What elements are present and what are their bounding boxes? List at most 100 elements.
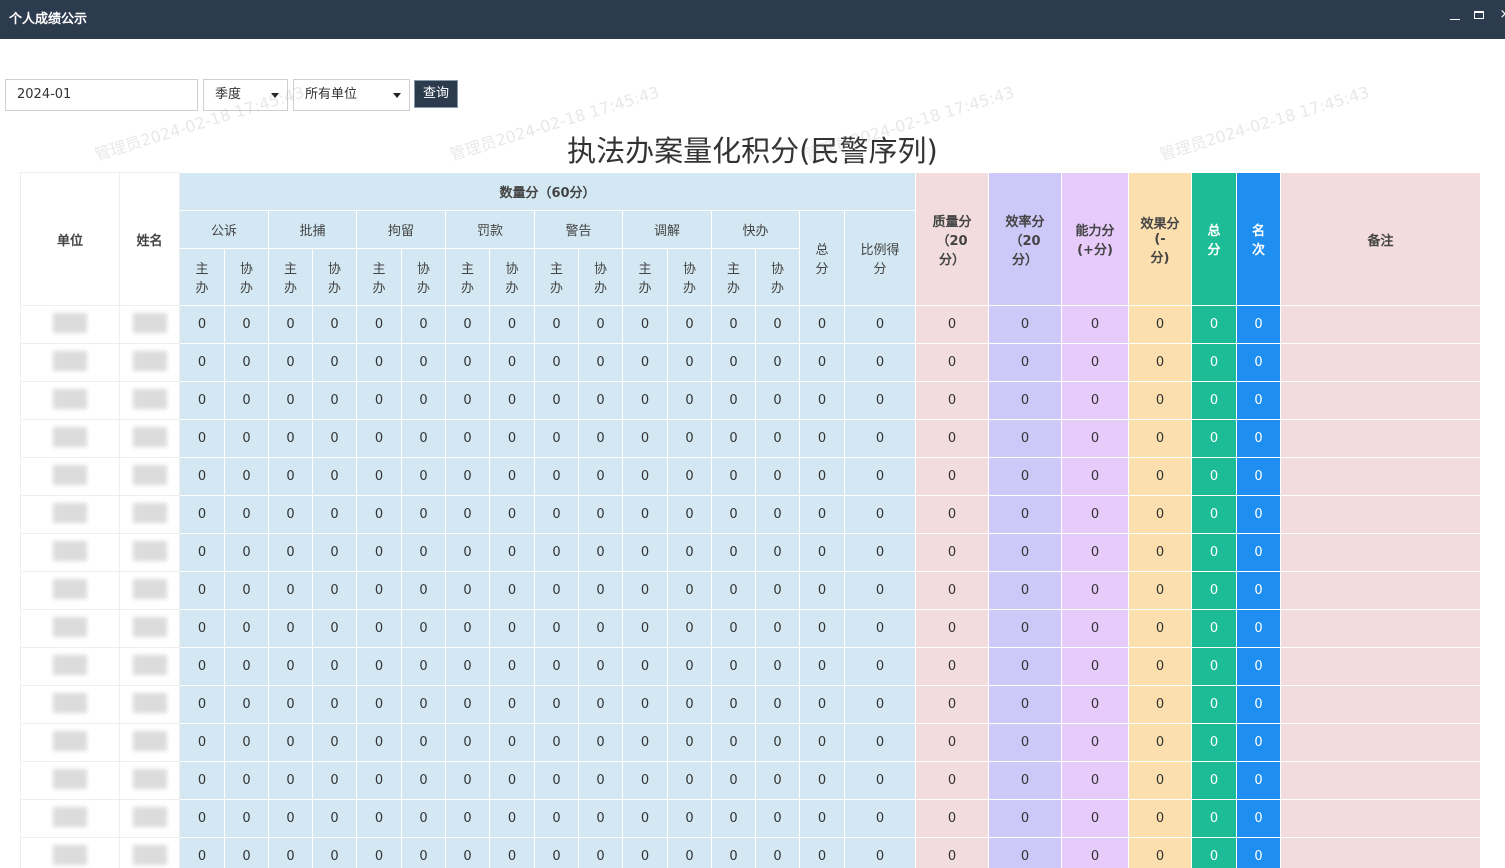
redacted-name [132,350,167,371]
score-cell: 0 [1236,305,1281,344]
score-cell: 0 [1061,495,1129,534]
score-cell: 0 [224,685,269,724]
score-cell: 0 [1061,381,1129,420]
col-header-category: 罚款 [445,210,535,249]
score-cell: 0 [268,419,313,458]
redacted-name [132,844,167,865]
unit-select-value: 所有单位 [305,87,358,102]
score-cell: 0 [578,647,623,686]
score-cell: 0 [622,685,668,724]
score-cell: 0 [356,609,402,648]
score-cell: 0 [1061,647,1129,686]
score-cell: 0 [1236,419,1281,458]
score-cell: 0 [755,837,800,868]
score-cell: 0 [312,609,357,648]
score-cell: 0 [534,305,579,344]
score-cell: 0 [667,799,712,838]
score-cell: 0 [844,457,916,496]
unit-cell [20,305,120,344]
col-header-category: 批捕 [268,210,357,249]
score-cell: 0 [622,571,668,610]
remarks-cell [1280,419,1481,458]
minimize-icon[interactable] [1446,6,1464,24]
score-cell: 0 [1061,685,1129,724]
name-cell [119,647,180,686]
score-cell: 0 [622,533,668,572]
score-cell: 0 [179,305,225,344]
score-cell: 0 [1061,571,1129,610]
date-input[interactable]: 2024-01 [5,79,198,111]
unit-cell [20,571,120,610]
score-cell: 0 [711,419,756,458]
score-cell: 0 [988,799,1062,838]
score-cell: 0 [1191,837,1237,868]
col-header-ratio: 比例得 分 [844,210,916,306]
table-row: 0000000000000000000000 [20,533,1481,572]
score-cell: 0 [356,837,402,868]
score-cell: 0 [179,533,225,572]
score-cell: 0 [711,837,756,868]
col-header-category: 调解 [622,210,712,249]
score-cell: 0 [179,723,225,762]
unit-cell [20,381,120,420]
score-cell: 0 [401,647,446,686]
period-select[interactable]: 季度 [203,79,288,111]
score-cell: 0 [1236,647,1281,686]
score-cell: 0 [1191,761,1237,800]
redacted-name [132,806,167,827]
search-button[interactable]: 查询 [414,80,458,108]
score-cell: 0 [711,571,756,610]
score-cell: 0 [915,761,989,800]
score-cell: 0 [755,533,800,572]
score-cell: 0 [1061,799,1129,838]
score-cell: 0 [622,495,668,534]
score-cell: 0 [312,571,357,610]
score-cell: 0 [1128,533,1192,572]
score-cell: 0 [1061,305,1129,344]
col-header-main: 主 办 [534,248,579,306]
score-cell: 0 [799,495,845,534]
col-header-assist: 协 办 [755,248,800,306]
score-cell: 0 [915,685,989,724]
score-cell: 0 [1061,723,1129,762]
score-cell: 0 [988,343,1062,382]
table-row: 0000000000000000000000 [20,419,1481,458]
chevron-down-icon [271,93,279,98]
score-cell: 0 [1191,571,1237,610]
score-cell: 0 [445,343,490,382]
score-cell: 0 [534,761,579,800]
name-cell [119,419,180,458]
score-cell: 0 [667,419,712,458]
maximize-icon[interactable] [1471,6,1489,24]
redacted-unit [53,844,87,865]
close-icon[interactable]: × [1496,6,1505,24]
remarks-cell [1280,799,1481,838]
score-cell: 0 [988,457,1062,496]
score-cell: 0 [711,305,756,344]
score-cell: 0 [312,495,357,534]
score-cell: 0 [915,381,989,420]
score-cell: 0 [401,381,446,420]
unit-select[interactable]: 所有单位 [293,79,410,111]
score-cell: 0 [268,799,313,838]
name-cell [119,343,180,382]
score-cell: 0 [1128,799,1192,838]
table-row: 0000000000000000000000 [20,343,1481,382]
score-cell: 0 [401,571,446,610]
score-cell: 0 [1236,533,1281,572]
score-cell: 0 [445,723,490,762]
name-cell [119,457,180,496]
score-cell: 0 [268,571,313,610]
score-cell: 0 [445,799,490,838]
unit-cell [20,723,120,762]
col-header-category: 公诉 [179,210,269,249]
score-cell: 0 [622,457,668,496]
redacted-name [132,692,167,713]
score-cell: 0 [489,495,535,534]
score-cell: 0 [1191,457,1237,496]
chevron-down-icon [393,93,401,98]
score-cell: 0 [844,381,916,420]
redacted-unit [53,654,87,675]
score-cell: 0 [356,761,402,800]
score-cell: 0 [401,723,446,762]
